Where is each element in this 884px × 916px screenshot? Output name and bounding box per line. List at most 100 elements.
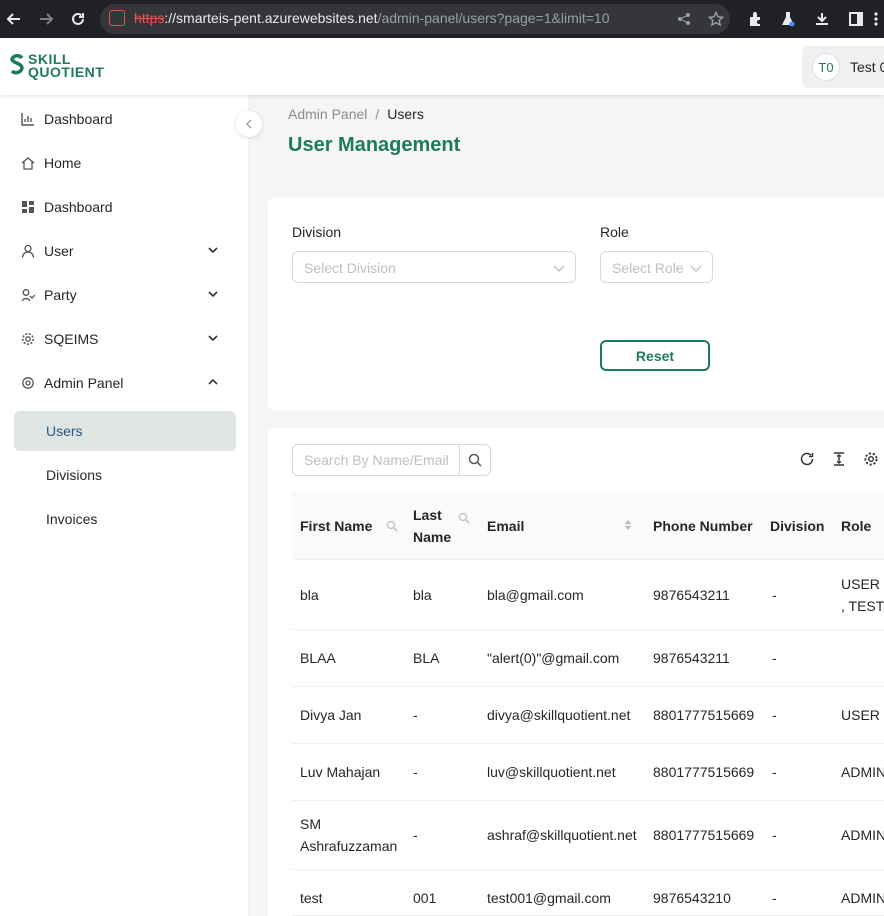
user-name: Test 0 <box>850 59 884 75</box>
bar-chart-icon <box>20 111 36 127</box>
side-panel-icon[interactable] <box>846 9 866 29</box>
skill-quotient-logo[interactable]: SKILL QUOTIENT <box>8 52 105 80</box>
search-input[interactable] <box>292 444 460 476</box>
menu-dots-icon[interactable] <box>866 9 884 29</box>
column-header-phone: Phone Number <box>653 518 753 534</box>
search-filter-icon[interactable] <box>386 520 398 532</box>
cell-phone: 8801777515669 <box>653 827 755 843</box>
sidebar-item-label: SQEIMS <box>44 331 99 347</box>
back-arrow-icon[interactable] <box>4 9 24 29</box>
sidebar-item-dashboard-top[interactable]: Dashboard <box>14 99 236 139</box>
sidebar-item-user[interactable]: User <box>14 231 236 271</box>
lab-flask-icon[interactable] <box>778 9 798 29</box>
reload-icon[interactable] <box>68 9 88 29</box>
not-secure-icon[interactable] <box>109 10 125 26</box>
cell-role: ADMIN <box>841 827 884 843</box>
cell-last-name: - <box>413 707 418 723</box>
cell-division: - <box>772 764 777 780</box>
chevron-down-icon <box>690 265 702 272</box>
chevron-down-icon <box>208 291 218 298</box>
cell-division: - <box>772 827 777 843</box>
column-height-icon[interactable] <box>830 450 848 468</box>
forward-arrow-icon[interactable] <box>36 9 56 29</box>
cell-phone: 9876543211 <box>653 587 730 603</box>
role-placeholder: Select Role <box>612 260 684 276</box>
sidebar-subitem-users[interactable]: Users <box>14 411 236 451</box>
sidebar-item-admin-panel[interactable]: Admin Panel <box>14 363 236 403</box>
sidebar-item-label: Home <box>44 155 82 171</box>
breadcrumb: Admin Panel / Users <box>288 106 424 122</box>
breadcrumb-parent[interactable]: Admin Panel <box>288 106 367 122</box>
sidebar-item-party[interactable]: Party <box>14 275 236 315</box>
sidebar-item-label: Dashboard <box>44 111 113 127</box>
column-header-first-name[interactable]: First Name <box>300 492 405 560</box>
extensions-icon[interactable] <box>746 9 766 29</box>
cell-email: ashraf@skillquotient.net <box>487 827 637 843</box>
sidebar-subitem-divisions[interactable]: Divisions <box>14 455 236 495</box>
refresh-icon[interactable] <box>798 450 816 468</box>
sort-icon[interactable] <box>622 519 634 531</box>
url-text[interactable]: https://smarteis-pent.azurewebsites.net/… <box>134 10 610 26</box>
cell-division: - <box>772 707 777 723</box>
cell-first-name: bla <box>300 587 319 603</box>
cell-division: - <box>772 650 777 666</box>
table-row[interactable]: BLAA BLA "alert(0)"@gmail.com 9876543211… <box>292 630 884 687</box>
table-row[interactable]: SM Ashrafuzzaman - ashraf@skillquotient.n… <box>292 801 884 870</box>
sidebar-item-label: User <box>44 243 74 259</box>
cell-last-name: BLA <box>413 650 440 666</box>
cell-role: USER, TEST <box>841 576 884 614</box>
sidebar-collapse-button[interactable] <box>236 111 262 137</box>
cell-phone: 8801777515669 <box>653 707 755 723</box>
cell-last-name: - <box>413 764 418 780</box>
division-select[interactable]: Select Division <box>292 251 576 283</box>
sidebar-item-label: Party <box>44 287 77 303</box>
division-label: Division <box>292 224 342 240</box>
cell-division: - <box>772 587 777 603</box>
home-icon <box>20 155 36 171</box>
sidebar-item-home[interactable]: Home <box>14 143 236 183</box>
settings-gear-icon[interactable] <box>862 450 880 468</box>
cell-first-name: SM Ashrafuzzaman <box>300 816 398 854</box>
search-filter-icon[interactable] <box>458 512 470 524</box>
cell-email: luv@skillquotient.net <box>487 764 616 780</box>
cell-email: divya@skillquotient.net <box>487 707 631 723</box>
sidebar-item-sqeims[interactable]: SQEIMS <box>14 319 236 359</box>
table-row[interactable]: Luv Mahajan - luv@skillquotient.net 8801… <box>292 744 884 801</box>
star-icon[interactable] <box>706 9 726 29</box>
cell-first-name: test <box>300 890 323 906</box>
cell-role: USER <box>841 707 880 723</box>
share-icon[interactable] <box>674 9 694 29</box>
chevron-up-icon <box>208 378 218 385</box>
role-select[interactable]: Select Role <box>600 251 713 283</box>
cell-last-name: bla <box>413 587 432 603</box>
division-placeholder: Select Division <box>304 260 396 276</box>
cell-first-name: Divya Jan <box>300 707 362 723</box>
browser-toolbar: https://smarteis-pent.azurewebsites.net/… <box>0 0 884 38</box>
breadcrumb-current: Users <box>387 106 424 122</box>
dashboard-grid-icon <box>20 199 36 215</box>
search-button[interactable] <box>459 444 491 476</box>
cell-division: - <box>772 890 777 906</box>
app-header: SKILL QUOTIENT T0 Test 0 <box>0 38 884 95</box>
sidebar-item-dashboard[interactable]: Dashboard <box>14 187 236 227</box>
table-row[interactable]: test 001 test001@gmail.com 9876543210 - … <box>292 870 884 916</box>
role-label: Role <box>600 224 629 240</box>
logo-line-2: QUOTIENT <box>28 64 105 80</box>
chevron-left-icon <box>246 119 252 129</box>
cell-phone: 8801777515669 <box>653 764 755 780</box>
cell-role: ADMIN <box>841 890 884 906</box>
table-row[interactable]: bla bla bla@gmail.com 9876543211 - USER,… <box>292 560 884 630</box>
sidebar-subitem-invoices[interactable]: Invoices <box>14 499 236 539</box>
avatar: T0 <box>812 53 840 81</box>
party-icon <box>20 287 36 303</box>
chevron-down-icon <box>208 247 218 254</box>
logo-mark-icon <box>10 54 24 75</box>
column-header-last-name[interactable]: Last Name <box>405 492 479 560</box>
user-icon <box>20 243 36 259</box>
column-header-email[interactable]: Email <box>487 492 645 560</box>
download-icon[interactable] <box>812 9 832 29</box>
user-menu[interactable]: T0 Test 0 <box>802 46 884 88</box>
cell-phone: 9876543210 <box>653 890 731 906</box>
reset-button[interactable]: Reset <box>600 340 710 371</box>
table-row[interactable]: Divya Jan - divya@skillquotient.net 8801… <box>292 687 884 744</box>
